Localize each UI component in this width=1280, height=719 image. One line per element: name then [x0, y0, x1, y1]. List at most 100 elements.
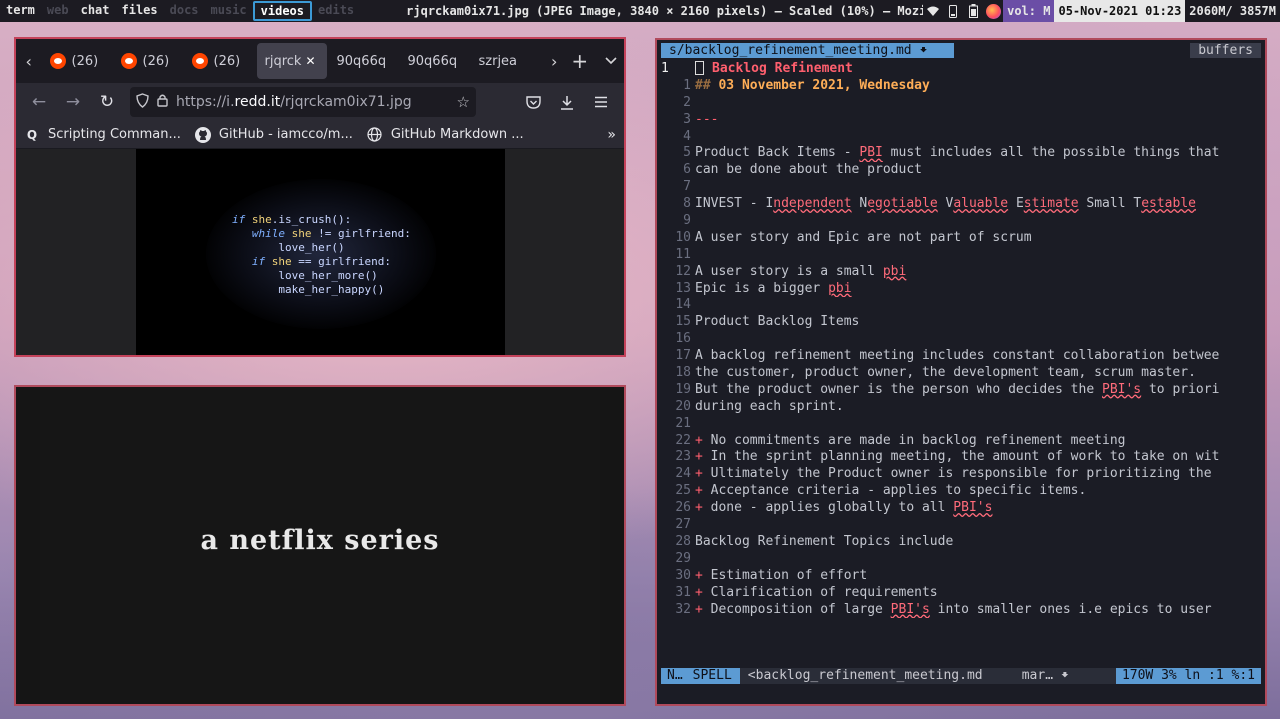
bookmark-item[interactable]: Q Scripting Comman...: [24, 127, 181, 143]
editor-line[interactable]: 6 can be done about the product: [657, 162, 1265, 179]
editor-line[interactable]: 9: [657, 213, 1265, 230]
shield-icon[interactable]: [136, 92, 149, 112]
buffers-label[interactable]: buffers: [1190, 43, 1261, 58]
video-frame[interactable]: a netflix series: [40, 387, 600, 704]
back-arrow-icon[interactable]: ←: [22, 87, 56, 117]
menu-hamburger-icon[interactable]: [584, 87, 618, 117]
editor-buffer[interactable]: 1 Backlog Refinement 1 ## 03 November 2021,…: [657, 61, 1265, 618]
editor-line[interactable]: 23 + In the sprint planning meeting, the …: [657, 449, 1265, 466]
line-token: the customer, product owner, the develop…: [695, 365, 1196, 381]
phone-icon[interactable]: [945, 3, 961, 19]
editor-line[interactable]: 21: [657, 416, 1265, 433]
line-token: N: [851, 196, 868, 212]
browser-tab[interactable]: szrjea: [471, 43, 542, 79]
browser-tab[interactable]: 90q66q: [329, 43, 400, 79]
editor-line[interactable]: 15 Product Backlog Items: [657, 314, 1265, 331]
editor-line[interactable]: 7: [657, 179, 1265, 196]
tab-list: (26) (26) (26) rjqrck ✕ 90q66q 90q66q szrjea: [42, 43, 542, 79]
editor-line[interactable]: 28 Backlog Refinement Topics include: [657, 534, 1265, 551]
battery-icon[interactable]: [965, 3, 981, 19]
editor-line[interactable]: 27: [657, 517, 1265, 534]
bookmark-item[interactable]: GitHub Markdown ...: [367, 127, 524, 143]
download-icon[interactable]: [550, 87, 584, 117]
editor-line[interactable]: 1 ## 03 November 2021, Wednesday: [657, 78, 1265, 95]
browser-tab[interactable]: (26): [113, 43, 184, 79]
editor-window[interactable]: s/backlog_refinement_meeting.md 🠻 buffer…: [655, 38, 1267, 706]
editor-line[interactable]: 13 Epic is a bigger pbi: [657, 281, 1265, 298]
editor-line[interactable]: 2: [657, 95, 1265, 112]
editor-line[interactable]: 26 + done - applies globally to all PBI's: [657, 500, 1265, 517]
editor-line[interactable]: 12 A user story is a small pbi: [657, 264, 1265, 281]
workspace-6[interactable]: videos: [252, 1, 313, 21]
editor-line[interactable]: 19 But the product owner is the person wh…: [657, 382, 1265, 399]
spell-indicator: SPELL: [688, 668, 740, 684]
tab-list-dropdown-icon[interactable]: [599, 39, 625, 83]
workspace-2[interactable]: chat: [75, 1, 116, 21]
browser-tab[interactable]: (26): [42, 43, 113, 79]
editor-line[interactable]: 25 + Acceptance criteria - applies to spe…: [657, 483, 1265, 500]
line-number: 12: [675, 263, 691, 279]
line-token: +: [695, 466, 711, 482]
tab-strip: ‹ (26) (26) (26) rjqrck ✕ 90q66q 90q66q szrjea …: [16, 39, 624, 83]
tab-scroll-right-icon[interactable]: ›: [542, 39, 568, 83]
editor-line[interactable]: 31 + Clarification of requirements: [657, 585, 1265, 602]
bookmark-item[interactable]: GitHub - iamcco/m...: [194, 126, 353, 143]
editor-line[interactable]: 8 INVEST - Independent Negotiable Valuabl…: [657, 196, 1265, 213]
editor-line[interactable]: 10 A user story and Epic are not part of …: [657, 230, 1265, 247]
editor-line[interactable]: 3 ---: [657, 112, 1265, 129]
bookmarks-overflow-icon[interactable]: »: [607, 127, 616, 143]
line-token: In the sprint planning meeting, the amou…: [710, 449, 1220, 465]
line-token: Decomposition of large: [710, 601, 891, 617]
bookmark-star-icon[interactable]: ☆: [457, 93, 470, 111]
workspace-4[interactable]: docs: [164, 1, 205, 21]
editor-line[interactable]: 14: [657, 297, 1265, 314]
editor-line[interactable]: 32 + Decomposition of large PBI's into sm…: [657, 602, 1265, 619]
editor-line[interactable]: 1 Backlog Refinement: [657, 61, 1265, 78]
editor-line[interactable]: 5 Product Back Items - PBI must includes …: [657, 145, 1265, 162]
editor-line[interactable]: 4: [657, 129, 1265, 146]
url-bar[interactable]: https://i.redd.it/rjqrckam0ix71.jpg ☆: [130, 87, 476, 117]
tab-close-icon[interactable]: ✕: [305, 54, 315, 68]
lock-icon[interactable]: [157, 93, 168, 111]
line-text: [695, 247, 1265, 264]
line-text: + done - applies globally to all PBI's: [695, 500, 1265, 517]
workspace-7[interactable]: edits: [312, 1, 360, 21]
code-line: love_her_more(): [232, 269, 411, 283]
workspace-0[interactable]: term: [0, 1, 41, 21]
pocket-icon[interactable]: [516, 87, 550, 117]
editor-line[interactable]: 30 + Estimation of effort: [657, 568, 1265, 585]
firefox-window[interactable]: ‹ (26) (26) (26) rjqrck ✕ 90q66q 90q66q szrjea …: [14, 37, 626, 357]
workspace-1[interactable]: web: [41, 1, 75, 21]
wifi-icon[interactable]: [925, 3, 941, 19]
new-tab-icon[interactable]: +: [567, 39, 593, 83]
video-player-window[interactable]: a netflix series: [14, 385, 626, 706]
firefox-icon[interactable]: [985, 3, 1001, 19]
line-text: + No commitments are made in backlog ref…: [695, 433, 1265, 450]
reddit-icon: [49, 53, 66, 69]
editor-line[interactable]: 16: [657, 331, 1265, 348]
editor-line[interactable]: 22 + No commitments are made in backlog r…: [657, 433, 1265, 450]
forward-arrow-icon[interactable]: →: [56, 87, 90, 117]
file-tab[interactable]: s/backlog_refinement_meeting.md 🠻: [661, 43, 954, 58]
browser-tab[interactable]: (26): [184, 43, 255, 79]
page-viewport[interactable]: if she.is_crush(): while she != girlfrie…: [16, 149, 624, 355]
url-text[interactable]: https://i.redd.it/rjqrckam0ix71.jpg: [176, 94, 412, 110]
editor-line[interactable]: 11: [657, 247, 1265, 264]
code-line: if she == girlfriend:: [232, 255, 411, 269]
browser-tab[interactable]: rjqrck ✕: [256, 43, 327, 79]
editor-line[interactable]: 29: [657, 551, 1265, 568]
editor-line[interactable]: 18 the customer, product owner, the devel…: [657, 365, 1265, 382]
workspace-5[interactable]: music: [205, 1, 253, 21]
editor-line[interactable]: 24 + Ultimately the Product owner is resp…: [657, 466, 1265, 483]
globe-icon: [367, 127, 383, 143]
editor-line[interactable]: 17 A backlog refinement meeting includes …: [657, 348, 1265, 365]
misspelled-word: stimate: [1023, 196, 1079, 212]
tab-scroll-left-icon[interactable]: ‹: [16, 39, 42, 83]
line-text: [695, 179, 1265, 196]
volume-indicator[interactable]: vol: M: [1003, 0, 1055, 22]
browser-tab[interactable]: 90q66q: [400, 43, 471, 79]
reload-icon[interactable]: ↻: [90, 87, 124, 117]
editor-line[interactable]: 20 during each sprint.: [657, 399, 1265, 416]
workspace-3[interactable]: files: [116, 1, 164, 21]
line-text: ---: [695, 112, 1265, 129]
